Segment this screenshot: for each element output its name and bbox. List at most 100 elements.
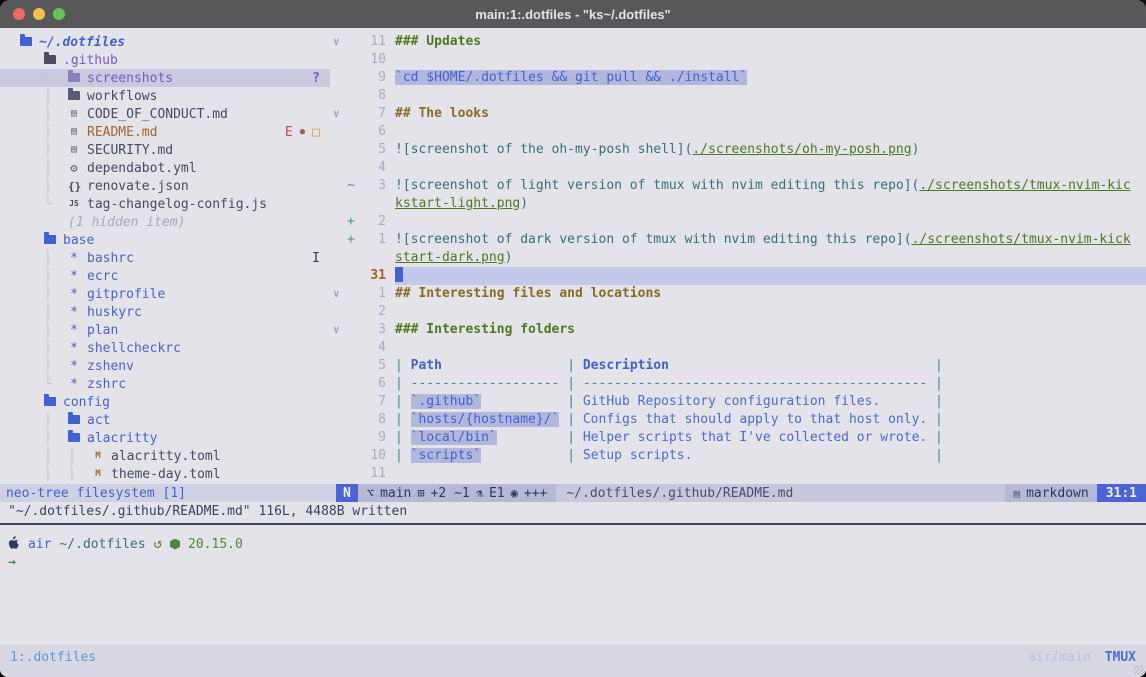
shell-pane[interactable]: air ~/.dotfiles ↺ 20.15.0 → [0,525,1146,645]
editor-line-12[interactable]: start-dark.png) [330,249,1146,267]
editor-line-4[interactable]: ∨7## The looks [330,105,1146,123]
syntax-code: `.github` [411,394,481,409]
tree-item-config[interactable]: config [0,393,330,411]
editor-line-2[interactable]: 9`cd $HOME/.dotfiles && git pull && ./in… [330,69,1146,87]
tree-item-bashrc[interactable]: │*bashrcI [0,249,330,267]
indent-guide: │ [44,431,68,446]
syntax-h2: ## Interesting files and locations [395,286,661,301]
line-number: 2 [360,303,386,321]
indent-guide: │ [44,161,68,176]
tree-item-tag-changelog-config-js[interactable]: └JStag-changelog-config.js [0,195,330,213]
tree-item-code-of-conduct-md[interactable]: │▤CODE_OF_CONDUCT.md [0,105,330,123]
editor-line-8[interactable]: ~3![screenshot of light version of tmux … [330,177,1146,195]
fold-chevron-icon[interactable]: ∨ [330,321,347,339]
tree-item-act[interactable]: │act [0,411,330,429]
syntax-th: Path [411,358,442,373]
tree-item-dotfiles[interactable]: ~/.dotfiles [0,33,330,51]
editor-line-18[interactable]: 5| Path | Description | [330,357,1146,375]
titlebar: main:1:.dotfiles - "ks~/.dotfiles" [0,0,1146,28]
tree-item-readme-md[interactable]: │▤README.mdE●□ [0,123,330,141]
neotree-statusline: neo-tree filesystem [1] [0,484,336,502]
tree-item-dependabot-yml[interactable]: │⚙dependabot.yml [0,159,330,177]
editor-line-24[interactable]: 11 [330,465,1146,483]
prompt-host: air [28,537,51,552]
editor-line-19[interactable]: 6| ------------------- | ---------------… [330,375,1146,393]
tree-item-label: bashrc [87,251,134,266]
fold-chevron-icon[interactable]: ∨ [330,33,347,51]
status-mark: ● [300,127,305,137]
node-version: 20.15.0 [188,537,243,552]
indent-guide: │ [68,449,92,464]
tree-item-plan[interactable]: │*plan [0,321,330,339]
indent-guide: └ [44,197,68,212]
editor-line-1[interactable]: 10 [330,51,1146,69]
indent-guide: │ [44,89,68,104]
line-number: 10 [360,447,386,465]
line-text: | `scripts` | Setup scripts. | [395,447,1146,465]
fold-chevron-icon[interactable]: ∨ [330,285,347,303]
fold-chevron-icon[interactable]: ∨ [330,105,347,123]
editor-line-10[interactable]: +2 [330,213,1146,231]
tree-item-label: .github [63,53,118,68]
folder-icon [44,235,56,244]
tree-item-alacritty-toml[interactable]: ││Malacritty.toml [0,447,330,465]
editor-line-6[interactable]: 5![screenshot of the oh-my-posh shell](.… [330,141,1146,159]
editor-line-11[interactable]: +1![screenshot of dark version of tmux w… [330,231,1146,249]
editor-line-14[interactable]: ∨1## Interesting files and locations [330,285,1146,303]
indent-guide: │ [44,269,68,284]
tmux-window-name[interactable]: 1:.dotfiles [10,650,96,665]
editor-buffer: ∨11### Updates109`cd $HOME/.dotfiles && … [330,28,1146,484]
tree-item-alacritty[interactable]: │alacritty [0,429,330,447]
node-icon [170,539,180,550]
tree-item-github[interactable]: .github [0,51,330,69]
editor-line-17[interactable]: 4 [330,339,1146,357]
prompt-cwd: ~/.dotfiles [59,537,145,552]
toml-file-icon: M [92,470,104,479]
editor-line-9[interactable]: kstart-light.png) [330,195,1146,213]
tree-item-zshrc[interactable]: └*zshrc [0,375,330,393]
editor-line-5[interactable]: 6 [330,123,1146,141]
tree-item-base[interactable]: base [0,231,330,249]
editor-line-13[interactable]: 31 [330,267,1146,285]
indent-guide: │ [44,287,68,302]
editor-line-23[interactable]: 10 | `scripts` | Setup scripts. | [330,447,1146,465]
tree-item-zshenv[interactable]: │*zshenv [0,357,330,375]
tree-item-screenshots[interactable]: │screenshots? [0,69,330,87]
diagnostics-count: E1 [489,486,505,501]
file-path: ~/.dotfiles/.github/README.md [556,484,1005,502]
editor-line-3[interactable]: 8 [330,87,1146,105]
line-number: 5 [360,357,386,375]
editor-line-7[interactable]: 4 [330,159,1146,177]
editor-line-16[interactable]: ∨3### Interesting folders [330,321,1146,339]
tree-item-huskyrc[interactable]: │*huskyrc [0,303,330,321]
editor-line-22[interactable]: 9| `local/bin` | Helper scripts that I'v… [330,429,1146,447]
syntax-sp [880,394,927,409]
tree-item-gitprofile[interactable]: │*gitprofile [0,285,330,303]
syntax-pipe: | [395,376,411,391]
git-status-marks: ? [312,71,330,86]
line-text: ## The looks [395,105,1146,123]
line-text: | ------------------- | ----------------… [395,375,1146,393]
line-text [395,339,1146,357]
editor-line-15[interactable]: 2 [330,303,1146,321]
tree-item-1-hidden-item[interactable]: (1 hidden item) [0,213,330,231]
js-file-icon: JS [68,200,80,208]
tree-item-security-md[interactable]: │▤SECURITY.md [0,141,330,159]
editor-line-21[interactable]: 8| `hosts/{hostname}/` | Configs that sh… [330,411,1146,429]
tree-item-workflows[interactable]: │workflows [0,87,330,105]
tree-item-ecrc[interactable]: │*ecrc [0,267,330,285]
editor-line-20[interactable]: 7| `.github` | GitHub Repository configu… [330,393,1146,411]
tree-item-shellcheckrc[interactable]: │*shellcheckrc [0,339,330,357]
tree-item-renovate-json[interactable]: │{}renovate.json [0,177,330,195]
syntax-pipe: | [395,430,411,445]
indent-guide: │ [44,107,68,122]
syntax-pipe: | [927,448,943,463]
resize-grip[interactable] [1134,665,1144,675]
line-number: 7 [360,393,386,411]
syntax-h3: ### Interesting folders [395,322,575,337]
line-number: 9 [360,429,386,447]
editor-line-0[interactable]: ∨11### Updates [330,33,1146,51]
syntax-pipe: | [395,412,411,427]
tree-item-theme-day-toml[interactable]: ││Mtheme-day.toml [0,465,330,483]
line-text: kstart-light.png) [395,195,1146,213]
